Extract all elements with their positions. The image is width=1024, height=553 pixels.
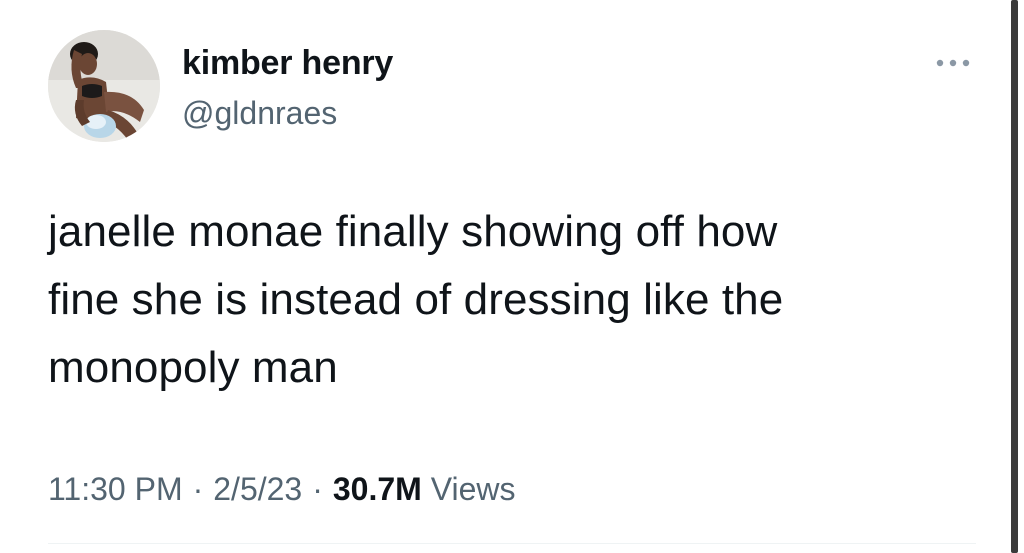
tweet-date[interactable]: 2/5/23	[213, 471, 302, 507]
views-label: Views	[430, 471, 516, 507]
tweet-time[interactable]: 11:30 PM	[48, 471, 183, 507]
more-horizontal-icon	[936, 59, 970, 67]
tweet-text: janelle monae finally showing off how fi…	[48, 207, 784, 392]
separator-dot: ·	[312, 471, 323, 507]
scrollbar[interactable]	[1006, 0, 1024, 553]
avatar[interactable]	[48, 30, 160, 142]
separator-dot: ·	[192, 471, 204, 507]
display-name[interactable]: kimber henry	[182, 40, 393, 86]
tweet: kimber henry @gldnraes janelle monae fin…	[0, 0, 1006, 553]
scrollbar-thumb[interactable]	[1011, 0, 1018, 553]
more-options-button[interactable]	[928, 46, 978, 80]
user-handle[interactable]: @gldnraes	[182, 92, 337, 134]
divider	[48, 543, 976, 544]
profile-photo	[48, 30, 160, 142]
tweet-meta: 11:30 PM · 2/5/23 · 30.7M Views	[48, 466, 515, 512]
views-count[interactable]: 30.7M	[333, 471, 422, 507]
